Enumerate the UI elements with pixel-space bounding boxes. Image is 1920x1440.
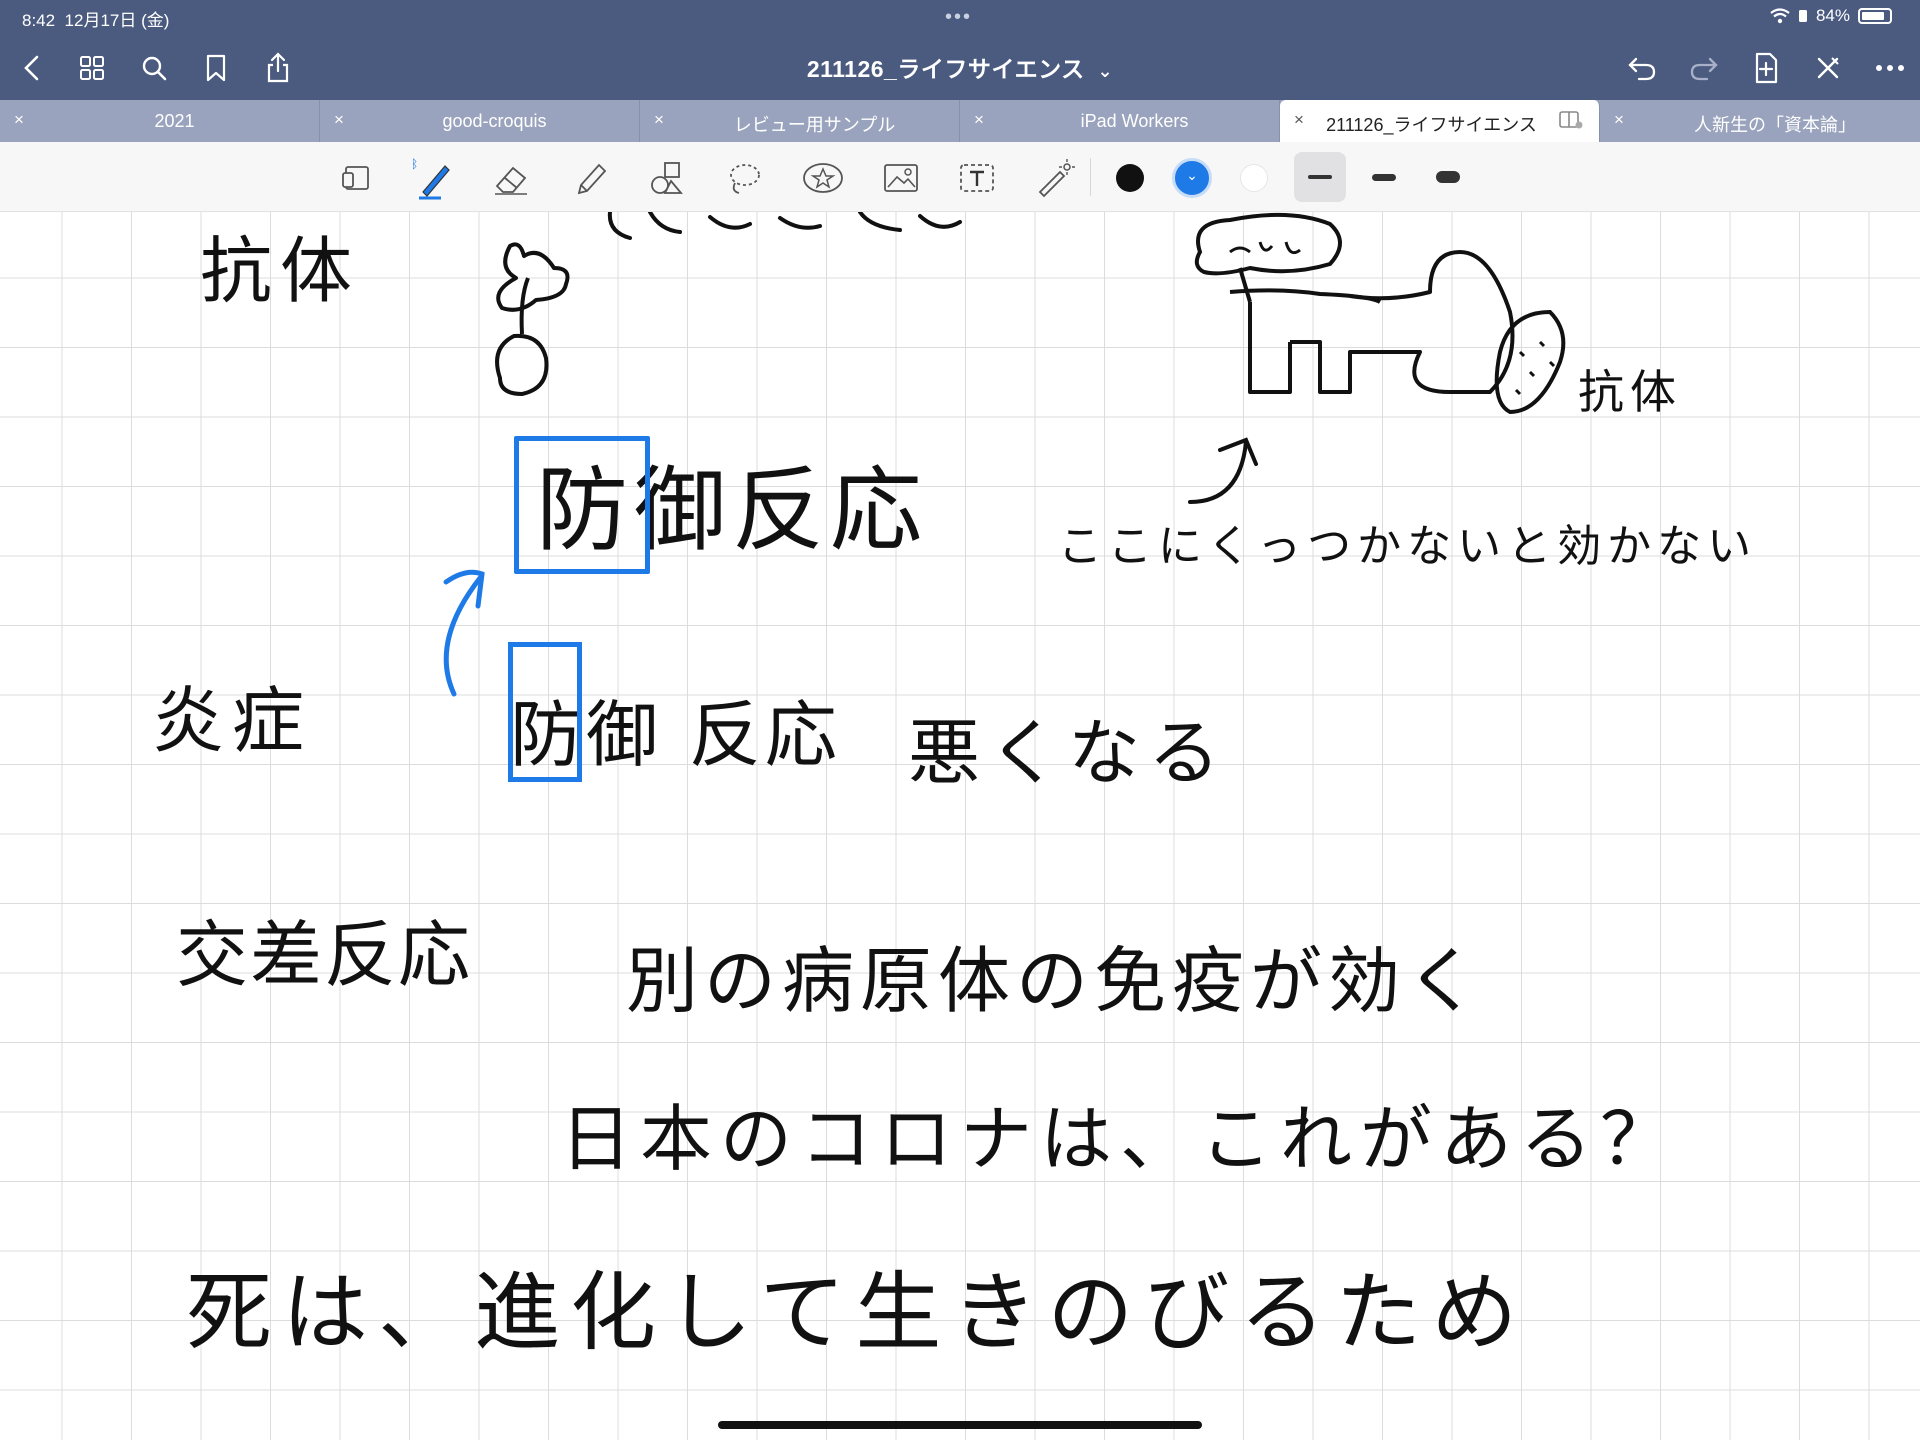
clock: 8:42 bbox=[22, 11, 56, 30]
note-death-evolution: 死は、進化して生きのびるため bbox=[186, 1263, 1528, 1363]
tab-life-science-active[interactable]: × 211126_ライフサイエンス bbox=[1280, 100, 1600, 142]
text-tool-icon[interactable] bbox=[954, 156, 1000, 200]
note-antibody-heading: 抗体 bbox=[200, 229, 361, 313]
undo-icon[interactable] bbox=[1622, 48, 1662, 88]
lock-rotation-icon bbox=[1798, 10, 1807, 22]
shape-tool-icon[interactable] bbox=[644, 156, 690, 200]
tab-ipad-workers[interactable]: × iPad Workers bbox=[960, 100, 1280, 142]
note-canvas[interactable]: 抗体 防御反応 ここにくっつかないと効かない 抗体 炎症 防御 反応 悪くなる … bbox=[0, 212, 1920, 1440]
stroke-width-medium[interactable] bbox=[1358, 152, 1410, 202]
antibody-doodle bbox=[495, 242, 570, 397]
tab-review-sample[interactable]: × レビュー用サンプル bbox=[640, 100, 960, 142]
chevron-down-icon: ⌄ bbox=[1186, 167, 1198, 183]
status-bar: 8:42 12月17日 (金) ••• 84% bbox=[0, 0, 1920, 36]
multitasking-dots-icon[interactable]: ••• bbox=[945, 6, 972, 29]
navigation-bar: 211126_ライフサイエンス ⌄ bbox=[0, 36, 1920, 100]
note-japan-corona: 日本のコロナは、これがある？ bbox=[560, 1097, 1681, 1181]
stroke-thick-icon bbox=[1436, 171, 1460, 183]
virus-key-doodle bbox=[1194, 212, 1566, 415]
home-indicator[interactable] bbox=[718, 1421, 1202, 1429]
note-get-worse: 悪くなる bbox=[908, 711, 1229, 795]
wifi-icon bbox=[1770, 8, 1790, 24]
tab-close-icon[interactable]: × bbox=[654, 110, 664, 130]
image-tool-icon[interactable] bbox=[878, 156, 924, 200]
title-chevron-down-icon[interactable]: ⌄ bbox=[1098, 61, 1114, 81]
stroke-medium-icon bbox=[1372, 173, 1396, 181]
eraser-tool-icon[interactable] bbox=[488, 156, 534, 200]
battery-percent: 84% bbox=[1815, 6, 1850, 25]
blue-box-highlight bbox=[514, 436, 650, 574]
stroke-width-thick[interactable] bbox=[1422, 152, 1474, 202]
status-right: 84% bbox=[1770, 6, 1892, 26]
note-inflammation: 炎症 bbox=[152, 679, 313, 763]
partial-ink-top bbox=[607, 212, 962, 240]
sticker-tool-icon[interactable] bbox=[800, 156, 846, 200]
note-cross-explain: 別の病原体の免疫が効く bbox=[626, 939, 1485, 1023]
tab-2021[interactable]: × 2021 bbox=[0, 100, 320, 142]
toolbar-divider bbox=[1090, 158, 1091, 196]
more-options-icon[interactable] bbox=[1870, 48, 1910, 88]
highlighter-tool-icon[interactable] bbox=[568, 156, 614, 200]
color-swatch-black[interactable] bbox=[1116, 164, 1144, 192]
redo-icon[interactable] bbox=[1684, 48, 1724, 88]
note-here-attach: ここにくっつかないと効かない bbox=[1058, 521, 1758, 572]
tab-label: レビュー用サンプル bbox=[733, 115, 896, 135]
note-cross-reaction: 交差反応 bbox=[176, 913, 473, 997]
pen-toolbar: ᛒ ⌄ bbox=[0, 142, 1920, 212]
tab-label: 211126_ライフサイエンス bbox=[1326, 115, 1537, 135]
color-swatch-white[interactable] bbox=[1240, 164, 1268, 192]
svg-text:ᛒ: ᛒ bbox=[411, 157, 418, 171]
pen-tool-icon[interactable]: ᛒ bbox=[410, 156, 456, 200]
document-title-text: 211126_ライフサイエンス bbox=[806, 56, 1085, 82]
battery-icon bbox=[1858, 8, 1892, 24]
read-only-mode-icon[interactable] bbox=[334, 156, 380, 200]
close-pen-mode-icon[interactable] bbox=[1808, 48, 1848, 88]
tab-close-icon[interactable]: × bbox=[1294, 110, 1304, 130]
tab-label: 人新生の「資本論」 bbox=[1694, 115, 1856, 135]
blue-box-small bbox=[508, 642, 582, 782]
battery-fill bbox=[1862, 12, 1884, 20]
stroke-thin-icon bbox=[1308, 175, 1332, 179]
tab-close-icon[interactable]: × bbox=[14, 110, 24, 130]
color-swatch-blue-selected[interactable]: ⌄ bbox=[1172, 158, 1212, 198]
tab-label: 2021 bbox=[154, 111, 195, 131]
tab-label: good-croquis bbox=[442, 111, 547, 131]
laser-pointer-icon[interactable] bbox=[1032, 156, 1078, 200]
blue-arrow-up bbox=[443, 569, 485, 697]
tab-label: iPad Workers bbox=[1080, 111, 1189, 131]
note-antibody-label: 抗体 bbox=[1578, 365, 1682, 419]
tab-close-icon[interactable]: × bbox=[1614, 110, 1624, 130]
tab-good-croquis[interactable]: × good-croquis bbox=[320, 100, 640, 142]
tab-close-icon[interactable]: × bbox=[334, 110, 344, 130]
date: 12月17日 (金) bbox=[64, 11, 170, 30]
document-tabs: × 2021 × good-croquis × レビュー用サンプル × iPad… bbox=[0, 100, 1920, 142]
add-page-icon[interactable] bbox=[1746, 48, 1786, 88]
lasso-tool-icon[interactable] bbox=[722, 156, 768, 200]
tab-close-icon[interactable]: × bbox=[974, 110, 984, 130]
stroke-width-thin[interactable] bbox=[1294, 152, 1346, 202]
split-view-icon[interactable] bbox=[1559, 110, 1583, 135]
status-time: 8:42 12月17日 (金) bbox=[22, 6, 169, 31]
tab-capital-book[interactable]: × 人新生の「資本論」 bbox=[1600, 100, 1920, 142]
